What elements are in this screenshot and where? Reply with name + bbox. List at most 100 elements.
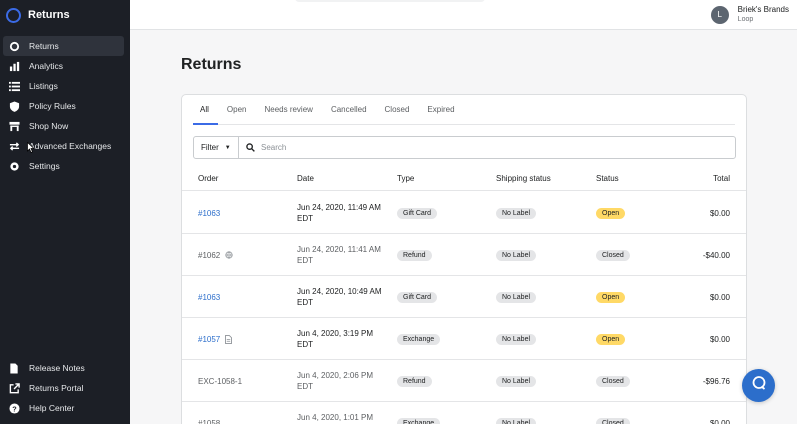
sidebar-item-release-notes[interactable]: Release Notes	[0, 358, 130, 378]
table-row[interactable]: #1063 Jun 24, 2020, 11:49 AM EDT Gift Card N…	[182, 192, 746, 234]
status-cell: Closed	[596, 402, 630, 424]
header-order[interactable]: Order	[198, 174, 218, 183]
type-badge: Gift Card	[397, 291, 438, 303]
sidebar-item-returns-portal[interactable]: Returns Portal	[0, 378, 130, 398]
tab-cancelled[interactable]: Cancelled	[322, 95, 376, 124]
header-status[interactable]: Status	[596, 174, 619, 183]
search-area	[239, 137, 735, 158]
date-line: Jun 24, 2020, 11:49 AM	[297, 203, 381, 212]
type-badge: Gift Card	[397, 207, 438, 219]
tab-needs-review[interactable]: Needs review	[255, 95, 321, 124]
shipping-cell: No Label	[496, 402, 537, 424]
date-line: Jun 24, 2020, 11:41 AM	[297, 245, 381, 254]
status-cell: Closed	[596, 360, 630, 402]
table-row[interactable]: #1063 Jun 24, 2020, 10:49 AM EDT Gift Card N…	[182, 276, 746, 318]
document-icon	[225, 334, 233, 344]
sidebar-item-label: Advanced Exchanges	[29, 141, 112, 151]
page-title: Returns	[181, 56, 242, 73]
total-cell: $0.00	[709, 418, 730, 424]
date-cell: Jun 4, 2020, 1:01 PMEDT	[297, 402, 373, 424]
search-input[interactable]	[261, 143, 702, 152]
table-row[interactable]: #1058 Jun 4, 2020, 1:01 PMEDT Exchange No L…	[182, 402, 746, 424]
table-header: Order Date Type Shipping status Status T…	[182, 165, 746, 191]
user-menu[interactable]: L Briek's Brands Loop	[710, 5, 789, 24]
topbar: L Briek's Brands Loop	[130, 0, 797, 30]
sidebar-item-returns[interactable]: Returns	[3, 36, 124, 56]
sidebar-item-settings[interactable]: Settings	[0, 156, 130, 176]
sidebar-item-label: Help Center	[29, 403, 75, 413]
header-type[interactable]: Type	[397, 174, 414, 183]
type-cell: Exchange	[397, 402, 441, 424]
status-cell: Open	[596, 276, 626, 318]
list-icon	[8, 80, 20, 92]
sidebar-item-help-center[interactable]: ? Help Center	[0, 398, 130, 418]
order-number[interactable]: #1063	[198, 209, 220, 218]
order-cell: #1057	[198, 318, 233, 360]
mouse-cursor-icon	[27, 140, 35, 158]
type-badge: Refund	[397, 249, 432, 261]
shipping-badge: No Label	[496, 291, 537, 303]
shipping-badge: No Label	[496, 417, 537, 424]
type-cell: Gift Card	[397, 276, 438, 318]
storefront-icon	[8, 120, 20, 132]
tab-open[interactable]: Open	[218, 95, 256, 124]
status-cell: Open	[596, 318, 626, 360]
sidebar-item-policy-rules[interactable]: Policy Rules	[0, 96, 130, 116]
sidebar-item-advanced-exchanges[interactable]: Advanced Exchanges	[0, 136, 130, 156]
gear-icon	[8, 160, 20, 172]
globe-icon	[225, 251, 233, 259]
tab-expired[interactable]: Expired	[418, 95, 463, 124]
order-number[interactable]: #1063	[198, 293, 220, 302]
status-badge: Closed	[596, 249, 630, 261]
status-cell: Closed	[596, 234, 630, 276]
total-cell: $0.00	[709, 334, 730, 344]
header-shipping-status[interactable]: Shipping status	[496, 174, 551, 183]
shipping-badge: No Label	[496, 249, 537, 261]
sidebar: Returns Returns Analytics Listings Polic…	[0, 0, 130, 424]
sidebar-item-shop-now[interactable]: Shop Now	[0, 116, 130, 136]
type-cell: Refund	[397, 360, 432, 402]
tab-closed[interactable]: Closed	[376, 95, 419, 124]
status-badge: Open	[596, 207, 626, 219]
date-cell: Jun 24, 2020, 10:49 AM EDT	[297, 276, 382, 318]
chat-bubble-icon	[751, 375, 767, 396]
global-search-bar[interactable]	[295, 0, 485, 2]
table-row[interactable]: #1057 Jun 4, 2020, 3:19 PM EDT Exchange No L…	[182, 318, 746, 360]
avatar: L	[710, 5, 729, 24]
sidebar-item-label: Release Notes	[29, 363, 85, 373]
date-cell: Jun 24, 2020, 11:41 AM EDT	[297, 234, 381, 276]
status-badge: Open	[596, 333, 626, 345]
date-line: Jun 4, 2020, 3:19 PM	[297, 329, 374, 338]
sidebar-item-label: Shop Now	[29, 121, 69, 131]
returns-card: All Open Needs review Cancelled Closed E…	[181, 94, 747, 424]
order-number[interactable]: #1057	[198, 335, 220, 344]
order-number: EXC-1058-1	[198, 376, 243, 386]
sidebar-nav: Returns Analytics Listings Policy Rules …	[0, 36, 130, 176]
timezone-line: EDT	[297, 214, 313, 223]
date-cell: Jun 4, 2020, 2:06 PM EDT	[297, 360, 373, 402]
shipping-badge: No Label	[496, 375, 537, 387]
table-row[interactable]: EXC-1058-1 Jun 4, 2020, 2:06 PM EDT Refund N…	[182, 360, 746, 402]
filter-button[interactable]: Filter ▼	[194, 137, 239, 158]
header-date[interactable]: Date	[297, 174, 314, 183]
shipping-badge: No Label	[496, 207, 537, 219]
table-row[interactable]: #1062 Jun 24, 2020, 11:41 AM EDT Refund No L…	[182, 234, 746, 276]
total-cell: -$40.00	[702, 250, 730, 260]
svg-text:?: ?	[12, 404, 17, 413]
header-total[interactable]: Total	[713, 174, 730, 183]
date-line: Jun 4, 2020, 2:06 PM	[297, 371, 374, 380]
external-link-icon	[8, 382, 20, 394]
user-name: Briek's Brands	[737, 5, 789, 14]
order-cell: EXC-1058-1	[198, 360, 242, 402]
tab-all[interactable]: All	[193, 95, 218, 125]
status-cell: Open	[596, 192, 626, 234]
sidebar-item-listings[interactable]: Listings	[0, 76, 130, 96]
sidebar-item-analytics[interactable]: Analytics	[0, 56, 130, 76]
date-line: Jun 24, 2020, 10:49 AM	[297, 287, 382, 296]
order-cell: #1062	[198, 234, 233, 276]
document-icon	[8, 362, 20, 374]
brand[interactable]: Returns	[0, 0, 130, 30]
help-chat-button[interactable]	[742, 369, 775, 402]
sidebar-item-label: Listings	[29, 81, 58, 91]
order-cell: #1063	[198, 276, 220, 318]
